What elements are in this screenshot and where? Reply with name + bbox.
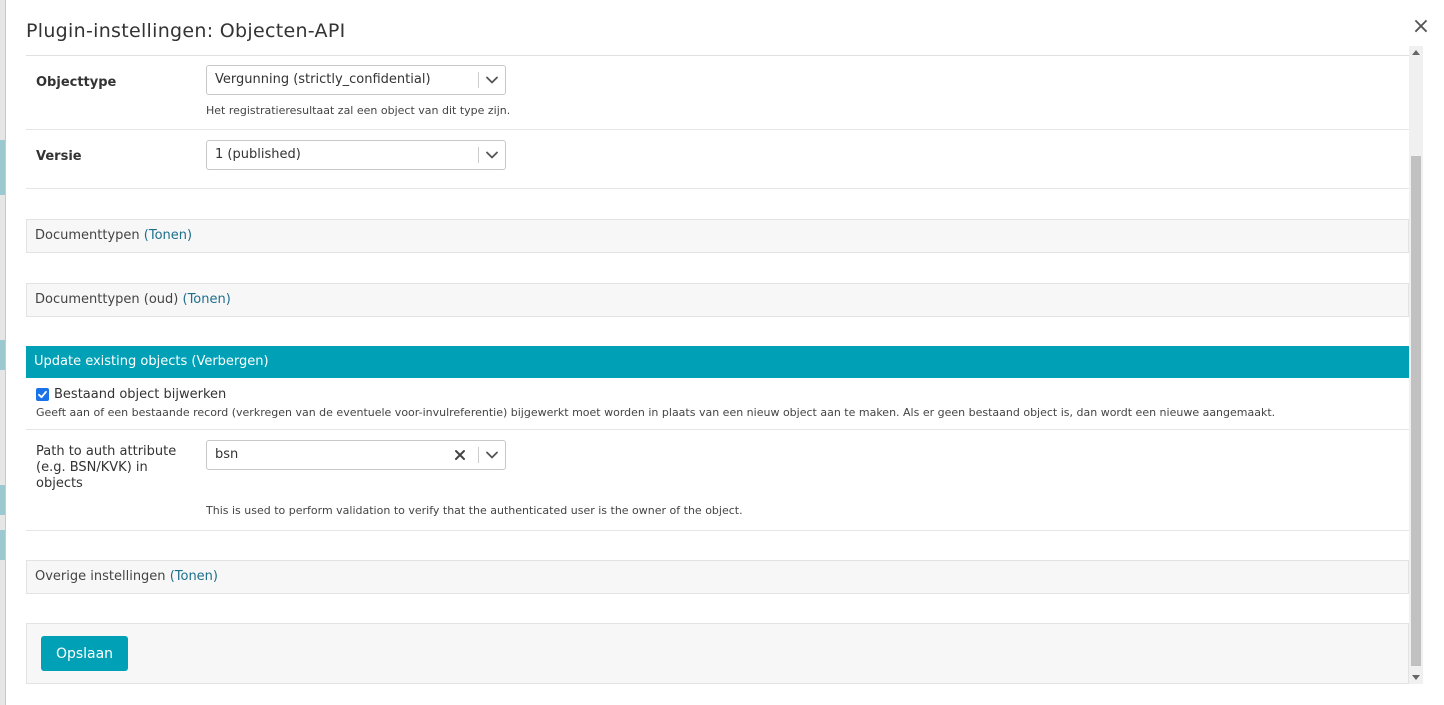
objecttype-label: Objecttype xyxy=(36,75,117,90)
save-button[interactable]: Opslaan xyxy=(41,636,128,671)
check-icon xyxy=(38,390,47,399)
overige-label: Overige instellingen xyxy=(35,569,166,584)
documenttypen-label: Documenttypen xyxy=(35,228,140,243)
chevron-down-icon[interactable] xyxy=(483,71,501,89)
update-existing-toggle[interactable]: (Verbergen) xyxy=(191,354,268,369)
close-icon[interactable]: × xyxy=(1410,16,1432,38)
overige-toggle[interactable]: (Tonen) xyxy=(170,569,218,584)
update-existing-header: Update existing objects (Verbergen) xyxy=(26,346,1409,378)
update-existing-checkbox[interactable] xyxy=(36,388,49,401)
documenttypen-oud-toggle[interactable]: (Tonen) xyxy=(183,292,231,307)
documenttypen-toggle[interactable]: (Tonen) xyxy=(144,228,192,243)
documenttypen-fieldset: Documenttypen (Tonen) xyxy=(26,219,1409,253)
objecttype-help: Het registratieresultaat zal een object … xyxy=(206,104,511,117)
auth-path-help: This is used to perform validation to ve… xyxy=(206,504,743,517)
update-existing-label: Update existing objects xyxy=(34,354,188,369)
modal-content: Objecttype Vergunning (strictly_confiden… xyxy=(26,56,1409,688)
clear-icon[interactable] xyxy=(452,447,468,463)
documenttypen-oud-fieldset: Documenttypen (oud) (Tonen) xyxy=(26,283,1409,317)
versie-label: Versie xyxy=(36,149,82,164)
documenttypen-heading: Documenttypen (Tonen) xyxy=(35,228,192,243)
submit-row: Opslaan xyxy=(26,623,1409,684)
update-existing-checkbox-label[interactable]: Bestaand object bijwerken xyxy=(54,387,226,402)
versie-select[interactable]: 1 (published) xyxy=(206,140,506,170)
plugin-settings-modal: Plugin-instellingen: Objecten-API × Obje… xyxy=(5,0,1444,705)
select-separator xyxy=(478,147,479,163)
auth-path-select[interactable]: bsn xyxy=(206,440,506,470)
objecttype-select-value: Vergunning (strictly_confidential) xyxy=(215,72,431,87)
documenttypen-oud-heading: Documenttypen (oud) (Tonen) xyxy=(35,292,231,307)
chevron-down-icon[interactable] xyxy=(483,446,501,464)
objecttype-row: Objecttype Vergunning (strictly_confiden… xyxy=(26,56,1409,130)
select-separator xyxy=(478,447,479,463)
scroll-up-icon[interactable] xyxy=(1412,50,1420,55)
modal-title: Plugin-instellingen: Objecten-API xyxy=(26,20,346,42)
versie-select-value: 1 (published) xyxy=(215,147,301,162)
auth-path-value: bsn xyxy=(215,447,239,462)
chevron-down-icon[interactable] xyxy=(483,146,501,164)
scrollbar-thumb[interactable] xyxy=(1411,156,1421,666)
scrollbar[interactable] xyxy=(1409,46,1423,684)
scroll-down-icon[interactable] xyxy=(1412,675,1420,680)
objecttype-select[interactable]: Vergunning (strictly_confidential) xyxy=(206,65,506,95)
update-existing-heading: Update existing objects (Verbergen) xyxy=(34,354,269,369)
documenttypen-oud-label: Documenttypen (oud) xyxy=(35,292,179,307)
overige-heading: Overige instellingen (Tonen) xyxy=(35,569,218,584)
update-existing-help: Geeft aan of een bestaande record (verkr… xyxy=(36,406,1276,419)
auth-path-label: Path to auth attribute (e.g. BSN/KVK) in… xyxy=(36,444,177,491)
versie-row: Versie 1 (published) xyxy=(26,130,1409,189)
select-separator xyxy=(478,72,479,88)
overige-fieldset: Overige instellingen (Tonen) xyxy=(26,560,1409,594)
